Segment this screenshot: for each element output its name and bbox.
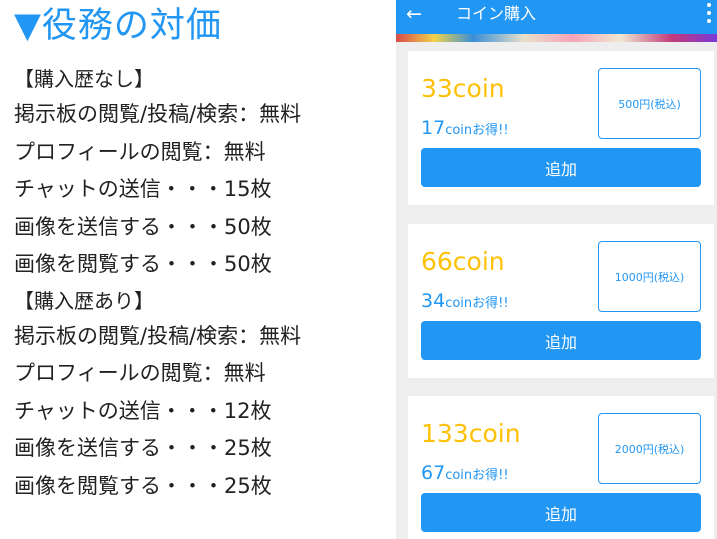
coin-amount: 66coin (421, 247, 505, 276)
back-arrow-icon[interactable]: ← (406, 2, 422, 26)
coin-amount: 133coin (421, 419, 521, 448)
coin-purchase-screen: ← コイン購入 33coin 17coinお得!! 500円(税込) 追加 66… (396, 0, 717, 539)
heading-text: 役務の対価 (41, 6, 222, 46)
list-item: 画像を送信する・・・50枚 (14, 214, 272, 239)
list-item: 画像を閲覧する・・・50枚 (14, 252, 272, 276)
bonus-number: 17 (421, 117, 446, 139)
bonus-unit: coinお得!! (445, 123, 509, 138)
add-button[interactable]: 追加 (421, 148, 701, 187)
list-item: プロフィールの閲覧：無料 (14, 361, 266, 385)
bonus-text: 17coinお得!! (421, 117, 509, 142)
add-button[interactable]: 追加 (421, 493, 701, 532)
banner-image (396, 34, 717, 42)
page-heading: ▼役務の対価 (14, 4, 384, 48)
list-item: チャットの送信・・・12枚 (14, 398, 272, 423)
price-badge: 500円(税込) (598, 68, 701, 139)
list-item: 画像を送信する・・・25枚 (14, 436, 272, 460)
list-item: プロフィールの閲覧：無料 (14, 139, 266, 164)
more-vertical-icon[interactable] (707, 3, 713, 23)
bonus-text: 67coinお得!! (421, 462, 509, 487)
screen-title: コイン購入 (456, 4, 537, 23)
bonus-number: 34 (421, 290, 446, 312)
coin-plan-card: 133coin 67coinお得!! 2000円(税込) 追加 (408, 396, 714, 539)
list-item: 画像を閲覧する・・・25枚 (14, 473, 272, 498)
coin-plan-card: 33coin 17coinお得!! 500円(税込) 追加 (408, 51, 714, 205)
bonus-text: 34coinお得!! (421, 290, 509, 315)
coin-plan-card: 66coin 34coinお得!! 1000円(税込) 追加 (408, 224, 714, 378)
app-bar: ← コイン購入 (396, 0, 717, 34)
triangle-marker-icon: ▼ (14, 6, 42, 46)
section-label-purchased: 【購入歴あり】 (14, 288, 154, 313)
list-item: 掲示板の閲覧/投稿/検索：無料 (14, 323, 302, 348)
price-badge: 1000円(税込) (598, 241, 701, 312)
list-item: チャットの送信・・・15枚 (14, 177, 272, 201)
bonus-number: 67 (421, 462, 446, 484)
price-badge: 2000円(税込) (598, 413, 701, 484)
coin-amount: 33coin (421, 74, 505, 103)
list-item: 掲示板の閲覧/投稿/検索：無料 (14, 102, 302, 126)
bonus-unit: coinお得!! (445, 296, 509, 311)
section-label-no-purchase: 【購入歴なし】 (14, 67, 154, 91)
bonus-unit: coinお得!! (445, 468, 509, 483)
price-list-article: ▼役務の対価 【購入歴なし】 掲示板の閲覧/投稿/検索：無料 プロフィールの閲覧… (14, 4, 384, 505)
add-button[interactable]: 追加 (421, 321, 701, 360)
